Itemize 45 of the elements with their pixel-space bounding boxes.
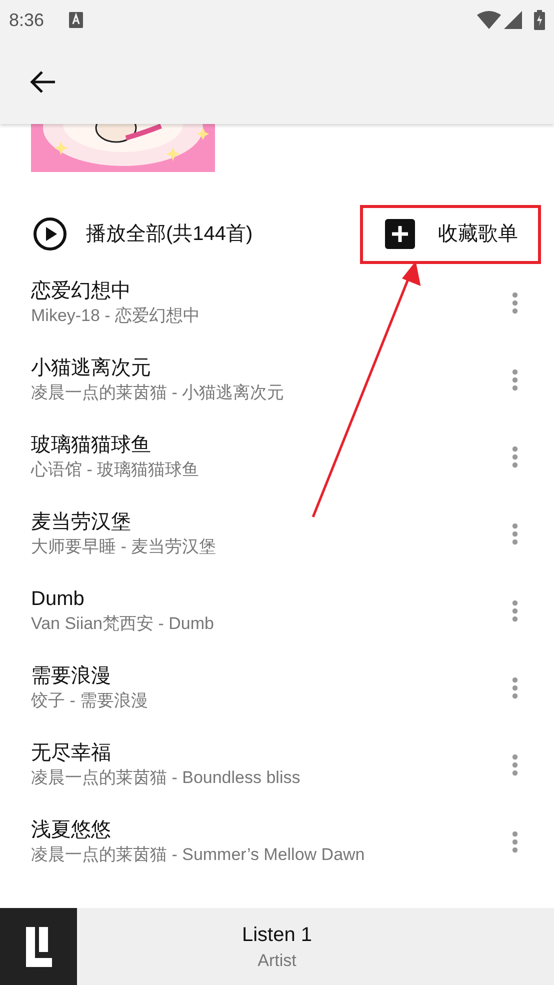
song-row[interactable]: 浅夏悠悠 凌晨一点的莱茵猫 - Summer’s Mellow Dawn [0, 803, 554, 880]
logo-icon [26, 926, 52, 966]
back-icon [30, 70, 56, 94]
more-icon[interactable] [512, 754, 518, 776]
clock: 8:36 [9, 8, 44, 32]
song-artist: 凌晨一点的莱茵猫 - Summer’s Mellow Dawn [31, 844, 366, 866]
song-artist: 大师要早睡 - 麦当劳汉堡 [31, 536, 218, 558]
song-title: 无尽幸福 [31, 740, 112, 766]
add-icon [385, 219, 415, 249]
song-row[interactable]: 需要浪漫 饺子 - 需要浪漫 [0, 649, 554, 726]
collect-playlist-button[interactable]: 收藏歌单 [360, 204, 541, 264]
play-all-button[interactable]: 播放全部(共144首) [33, 217, 253, 251]
wifi-icon [477, 11, 501, 29]
more-icon[interactable] [512, 676, 518, 698]
more-icon[interactable] [512, 292, 518, 314]
more-icon[interactable] [512, 446, 518, 468]
song-row[interactable]: Dumb Van Siian梵西安 - Dumb [0, 572, 554, 649]
song-row[interactable]: 麦当劳汉堡 大师要早睡 - 麦当劳汉堡 [0, 495, 554, 572]
song-title: 玻璃猫猫球鱼 [31, 432, 152, 458]
song-title: 麦当劳汉堡 [31, 510, 132, 534]
song-artist: Mikey-18 - 恋爱幻想中 [31, 304, 202, 326]
song-artist: 心语馆 - 玻璃猫猫球鱼 [31, 458, 200, 480]
song-title: 需要浪漫 [31, 664, 112, 688]
song-row[interactable]: 无尽幸福 凌晨一点的莱茵猫 - Boundless bliss [0, 726, 554, 803]
song-title: Dumb [31, 586, 86, 612]
more-icon[interactable] [512, 368, 518, 390]
more-icon[interactable] [512, 522, 518, 544]
song-title: 浅夏悠悠 [31, 818, 112, 842]
more-icon[interactable] [512, 600, 518, 622]
song-artist: 凌晨一点的莱茵猫 - Boundless bliss [31, 766, 302, 788]
song-title: 小猫逃离次元 [31, 356, 152, 380]
song-row[interactable]: 玻璃猫猫球鱼 心语馆 - 玻璃猫猫球鱼 [0, 418, 554, 495]
keyboard-icon [69, 12, 84, 28]
signal-icon [504, 11, 522, 29]
track-artist: Artist [258, 950, 296, 972]
song-artist: Van Siian梵西安 - Dumb [31, 612, 215, 634]
song-artist: 凌晨一点的莱茵猫 - 小猫逃离次元 [31, 382, 286, 404]
track-title: Listen 1 [242, 922, 312, 948]
song-row[interactable]: 小猫逃离次元 凌晨一点的莱茵猫 - 小猫逃离次元 [0, 341, 554, 418]
song-artist: 饺子 - 需要浪漫 [31, 690, 150, 712]
more-icon[interactable] [512, 830, 518, 852]
battery-icon [534, 10, 545, 30]
play-icon [33, 217, 67, 251]
song-row[interactable]: 恋爱幻想中 Mikey-18 - 恋爱幻想中 [0, 264, 554, 341]
song-title: 恋爱幻想中 [31, 278, 132, 304]
